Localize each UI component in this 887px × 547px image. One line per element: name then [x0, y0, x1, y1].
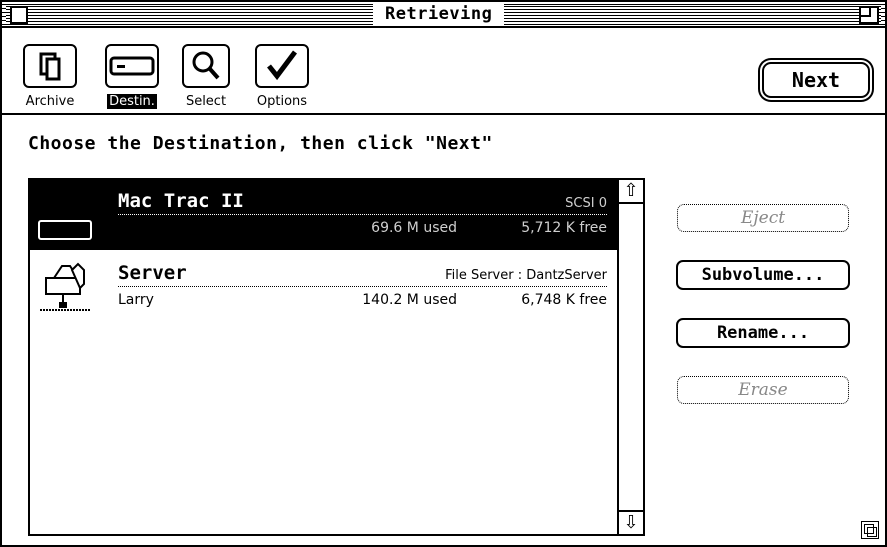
- eject-button[interactable]: Eject: [677, 204, 849, 232]
- destination-kind: SCSI 0: [565, 196, 607, 211]
- row-divider: [118, 286, 607, 287]
- rename-button[interactable]: Rename...: [676, 318, 850, 348]
- destination-row-mac-trac[interactable]: Mac Trac II SCSI 0 69.6 M used 5,712 K f…: [30, 180, 617, 250]
- destination-free: 6,748 K free: [521, 292, 607, 308]
- tool-select[interactable]: Select: [178, 44, 234, 109]
- tool-label: Destin.: [107, 94, 157, 109]
- destination-used: 69.6 M used: [371, 220, 457, 236]
- tool-destination[interactable]: Destin.: [100, 44, 164, 109]
- destination-owner: Larry: [118, 292, 154, 308]
- resize-grow-box[interactable]: [861, 521, 879, 539]
- scroll-up-arrow-icon[interactable]: ⇧: [619, 180, 643, 204]
- zoom-box[interactable]: [859, 6, 879, 24]
- instruction-text: Choose the Destination, then click "Next…: [28, 133, 493, 154]
- destination-free: 5,712 K free: [521, 220, 607, 236]
- next-button[interactable]: Next: [762, 62, 870, 98]
- close-box[interactable]: [10, 6, 28, 24]
- document-icon: [23, 44, 77, 88]
- window-title: Retrieving: [373, 2, 505, 26]
- title-bar[interactable]: Retrieving: [2, 2, 885, 28]
- toolbar: Archive Destin. Select Options Next: [2, 28, 885, 115]
- hard-drive-icon: [38, 220, 92, 240]
- magnifier-icon: [182, 44, 230, 88]
- scroll-down-arrow-icon[interactable]: ⇩: [619, 510, 643, 534]
- subvolume-button[interactable]: Subvolume...: [676, 260, 850, 290]
- destination-kind: File Server : DantzServer: [445, 268, 607, 283]
- tool-label: Select: [185, 94, 227, 109]
- destination-row-server[interactable]: Server File Server : DantzServer Larry 1…: [30, 252, 617, 322]
- destination-list[interactable]: Mac Trac II SCSI 0 69.6 M used 5,712 K f…: [28, 178, 645, 536]
- row-divider: [118, 214, 607, 215]
- tool-options[interactable]: Options: [250, 44, 314, 109]
- tool-label: Archive: [25, 94, 75, 109]
- file-server-icon: [36, 258, 96, 318]
- destination-used: 140.2 M used: [362, 292, 457, 308]
- list-scrollbar[interactable]: ⇧ ⇩: [617, 180, 643, 534]
- destination-rows: Mac Trac II SCSI 0 69.6 M used 5,712 K f…: [30, 180, 617, 534]
- retrieving-window: Retrieving Archive Destin. Select Option…: [0, 0, 887, 547]
- destination-name: Server: [118, 262, 187, 284]
- tool-label: Options: [256, 94, 308, 109]
- checkmark-icon: [255, 44, 309, 88]
- drive-icon: [105, 44, 159, 88]
- tool-archive[interactable]: Archive: [16, 44, 84, 109]
- destination-name: Mac Trac II: [118, 190, 244, 212]
- erase-button[interactable]: Erase: [677, 376, 849, 404]
